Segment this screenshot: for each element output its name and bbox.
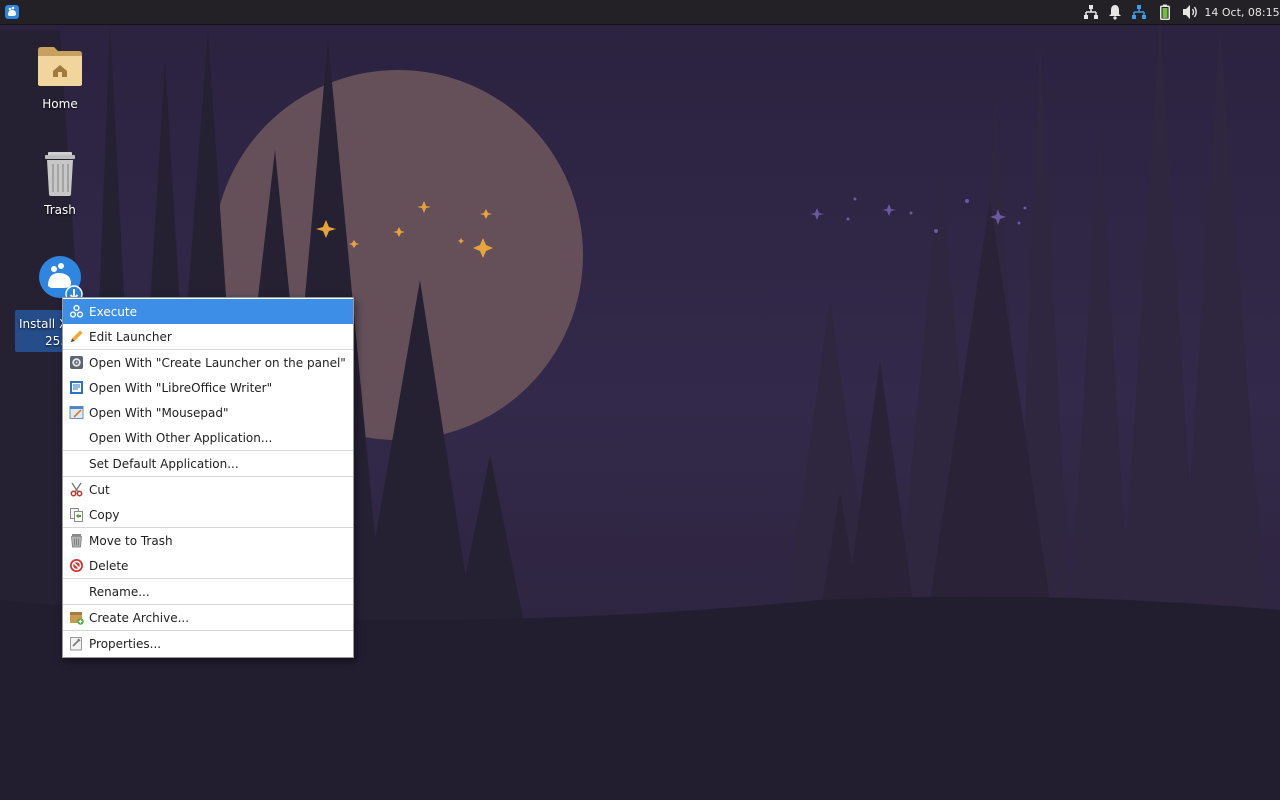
menu-item-properties[interactable]: Properties... — [63, 631, 353, 656]
desktop[interactable]: 14 Oct, 08:15 Home Trash Install X 25. E… — [0, 0, 1280, 800]
menu-item-label: Delete — [89, 558, 129, 573]
menu-item-label: Edit Launcher — [89, 329, 172, 344]
menu-item-delete[interactable]: Delete — [63, 553, 353, 578]
network-wired-icon[interactable] — [1080, 0, 1102, 24]
menu-item-cut[interactable]: Cut — [63, 477, 353, 502]
menu-item-create-archive[interactable]: Create Archive... — [63, 605, 353, 630]
gear-icon — [70, 356, 83, 369]
menu-item-label: Open With Other Application... — [89, 430, 273, 445]
menu-item-open-with-other[interactable]: Open With Other Application... — [63, 425, 353, 450]
copy-icon — [70, 508, 83, 522]
pencil-icon — [71, 330, 83, 342]
menu-item-move-to-trash[interactable]: Move to Trash — [63, 528, 353, 553]
menu-item-label: Execute — [89, 304, 137, 319]
menu-item-rename[interactable]: Rename... — [63, 579, 353, 604]
desktop-icon-installer[interactable]: Install X 25. — [15, 254, 105, 352]
notification-bell-icon[interactable] — [1104, 0, 1126, 24]
delete-icon — [70, 559, 83, 572]
menu-item-label: Open With "LibreOffice Writer" — [89, 380, 273, 395]
menu-item-edit-launcher[interactable]: Edit Launcher — [63, 324, 353, 349]
menu-item-label: Create Archive... — [89, 610, 190, 625]
gears-icon — [69, 304, 84, 318]
menu-item-label: Cut — [89, 482, 110, 497]
menu-item-label: Rename... — [89, 584, 150, 599]
properties-icon — [70, 637, 82, 651]
archive-icon — [70, 612, 84, 625]
trash-can-icon — [36, 150, 84, 198]
menu-item-open-with-mousepad[interactable]: Open With "Mousepad" — [63, 400, 353, 425]
menu-item-set-default-application[interactable]: Set Default Application... — [63, 451, 353, 476]
writer-doc-icon — [70, 381, 83, 394]
menu-item-copy[interactable]: Copy — [63, 502, 353, 527]
menu-item-label: Open With "Create Launcher on the panel" — [89, 355, 346, 370]
menu-item-label: Set Default Application... — [89, 456, 239, 471]
scissors-icon — [70, 482, 83, 497]
context-menu: Execute Edit Launcher Open With "Create … — [62, 297, 354, 658]
text-editor-icon — [69, 406, 84, 419]
battery-icon[interactable] — [1154, 0, 1176, 24]
menu-item-label: Open With "Mousepad" — [89, 405, 229, 420]
menu-item-open-with-writer[interactable]: Open With "LibreOffice Writer" — [63, 375, 353, 400]
menu-item-label: Move to Trash — [89, 533, 173, 548]
network-icon[interactable] — [1128, 0, 1150, 24]
menu-item-label: Copy — [89, 507, 120, 522]
applications-menu-button[interactable] — [0, 0, 24, 24]
desktop-icon-trash[interactable]: Trash — [15, 150, 105, 217]
desktop-icon-label: Home — [42, 97, 78, 111]
home-folder-icon — [36, 44, 84, 92]
trash-icon — [71, 534, 82, 548]
xfce-mouse-icon — [5, 5, 19, 19]
xfce-installer-icon — [36, 254, 84, 303]
menu-item-execute[interactable]: Execute — [63, 299, 353, 324]
volume-icon[interactable] — [1179, 0, 1203, 24]
desktop-icon-label: Trash — [44, 203, 76, 217]
panel-clock[interactable]: 14 Oct, 08:15 — [1204, 0, 1279, 24]
menu-item-open-with-create-launcher[interactable]: Open With "Create Launcher on the panel" — [63, 350, 353, 375]
menu-item-label: Properties... — [89, 636, 162, 651]
desktop-icon-home[interactable]: Home — [15, 44, 105, 111]
top-panel: 14 Oct, 08:15 — [0, 0, 1280, 25]
